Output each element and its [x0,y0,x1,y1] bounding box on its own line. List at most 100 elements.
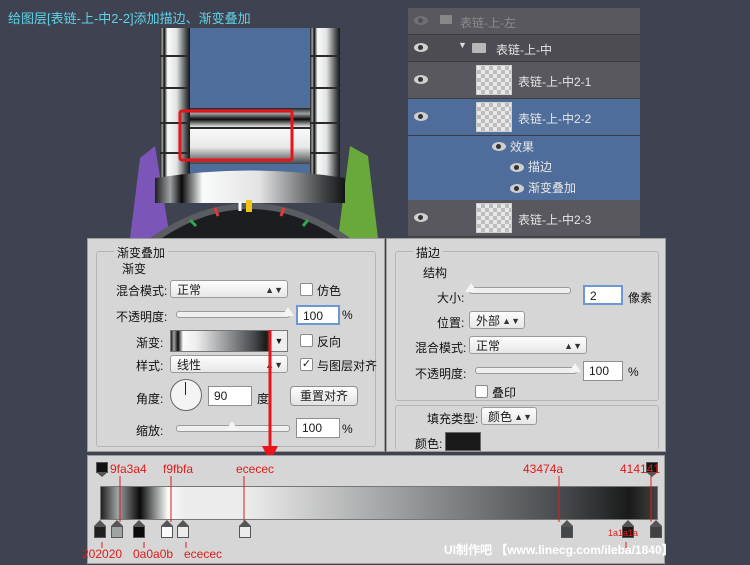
page-title: 给图层[表链-上-中2-2]添加描边、渐变叠加 [8,11,251,26]
effects-label: 效果 [510,140,535,154]
angle-dial[interactable] [170,379,202,411]
color-annotation: 202020 [82,547,123,561]
size-label: 大小: [437,291,465,305]
layer-row-chain-2-1[interactable]: 表链-上-中2-1 [408,62,640,99]
blend-mode-select[interactable]: 正常 ▲▼ [469,336,587,354]
visibility-eye-icon[interactable] [414,75,428,84]
color-stop[interactable] [238,520,251,539]
overprint-label: 叠印 [492,386,517,400]
stroke-dialog: 描边 结构 大小: 2 像素 位置: 外部 ▲▼ 混合模式: 正常 ▲▼ 不透明度:… [386,238,666,452]
angle-input[interactable]: 90 [208,386,252,406]
scale-input[interactable]: 100 [296,418,340,438]
visibility-eye-icon[interactable] [414,43,428,52]
reverse-checkbox[interactable] [300,334,313,347]
color-annotation: ececec [184,547,223,561]
watermark: UI制作吧 【www.linecg.com/ileba/1840】 [444,543,674,557]
opacity-slider[interactable] [475,367,577,374]
opacity-label: 不透明度: [415,367,467,381]
reset-align-button[interactable]: 重置对齐 [290,386,358,406]
dialog-title: 描边 [413,244,444,261]
color-stop[interactable] [110,520,123,539]
layer-thumbnail [476,203,512,233]
overprint-checkbox[interactable] [475,385,488,398]
visibility-eye-icon[interactable] [510,163,524,172]
select-arrow-icon: ▲▼ [502,316,520,326]
visibility-eye-icon[interactable] [510,184,524,193]
size-unit: 像素 [628,291,653,305]
scale-slider-knob[interactable] [226,421,238,430]
visibility-eye-icon[interactable] [414,213,428,222]
opacity-input[interactable]: 100 [583,361,623,381]
opacity-unit: % [628,365,639,379]
layer-name: 表链-上-中2-3 [518,213,592,227]
position-label: 位置: [437,316,465,330]
layer-name: 表链-上-中2-2 [518,112,592,126]
effect-gradient-label[interactable]: 渐变叠加 [528,179,576,196]
layer-name: 表链-上-左 [460,16,516,30]
color-stop[interactable] [160,520,173,539]
folder-icon [472,43,486,53]
color-annotation: 1a1a1a [608,528,639,538]
watch-band-artwork [130,28,378,238]
section-title: 结构 [423,266,448,280]
scale-label: 缩放: [136,424,164,438]
color-label: 颜色: [415,437,443,451]
align-with-layer-label: 与图层对齐 [317,359,378,373]
color-stop[interactable] [561,520,574,539]
size-input[interactable]: 2 [583,285,623,305]
opacity-slider-knob[interactable] [282,307,294,316]
layers-panel: 表链-上-左 ▼ 表链-上-中 表链-上-中2-1 表链-上-中2-2 效果 描… [408,8,640,240]
blend-mode-select[interactable]: 正常 ▲▼ [170,280,288,298]
angle-label: 角度: [136,392,164,406]
position-select[interactable]: 外部 ▲▼ [469,311,525,329]
angle-dial-needle [185,382,186,395]
dialog-title: 渐变叠加 [114,244,169,261]
style-label: 样式: [136,359,164,373]
color-stops-track [94,520,662,542]
scale-unit: % [342,422,353,436]
visibility-eye-icon[interactable] [414,112,428,121]
select-arrow-icon: ▲▼ [265,285,283,295]
fill-type-label: 填充类型: [427,412,479,426]
stroke-color-swatch[interactable] [445,432,481,451]
opacity-unit: % [342,308,353,322]
color-stop[interactable] [94,520,106,539]
layer-name: 表链-上-中 [496,43,552,57]
select-arrow-icon: ▲▼ [514,412,532,422]
layer-thumbnail [476,65,512,95]
folder-icon [440,15,452,24]
blend-mode-label: 混合模式: [415,341,467,355]
color-stop[interactable] [650,520,662,539]
layer-effects-list: 效果 描边 渐变叠加 [408,136,640,205]
color-stop[interactable] [132,520,145,539]
select-arrow-icon: ▲▼ [564,341,582,351]
dither-checkbox[interactable] [300,283,313,296]
section-title: 渐变 [122,262,147,276]
blend-mode-label: 混合模式: [116,284,168,298]
layer-row-chain-2-3[interactable]: 表链-上-中2-3 [408,200,640,237]
color-stop[interactable] [177,520,190,539]
visibility-eye-icon[interactable] [492,142,506,151]
opacity-slider-knob[interactable] [569,363,581,372]
red-arrow-annotation [262,330,278,462]
chevron-down-icon[interactable]: ▼ [458,40,467,50]
size-slider[interactable] [469,287,571,294]
gradient-overlay-dialog: 渐变叠加 渐变 混合模式: 正常 ▲▼ 仿色 不透明度: 100 % 渐变: ▼ … [87,238,385,452]
gradient-label: 渐变: [136,336,164,350]
layer-thumbnail [476,102,512,132]
layer-name: 表链-上-中2-1 [518,75,592,89]
align-with-layer-checkbox[interactable]: ✓ [300,358,313,371]
reverse-label: 反向 [317,335,342,349]
layer-row-group-middle[interactable]: ▼ 表链-上-中 [408,35,640,62]
opacity-slider[interactable] [176,311,290,318]
layer-row-chain-2-2[interactable]: 表链-上-中2-2 [408,99,640,136]
gradient-preview-swatch[interactable] [170,330,272,352]
opacity-input[interactable]: 100 [296,305,340,325]
effect-stroke-label[interactable]: 描边 [528,158,552,175]
fill-type-select[interactable]: 颜色 ▲▼ [481,407,537,425]
opacity-label: 不透明度: [116,310,168,324]
color-annotation: 0a0a0b [133,547,174,561]
visibility-eye-icon[interactable] [414,16,428,25]
dither-label: 仿色 [317,284,342,298]
layer-row-group-left[interactable]: 表链-上-左 [408,8,640,35]
